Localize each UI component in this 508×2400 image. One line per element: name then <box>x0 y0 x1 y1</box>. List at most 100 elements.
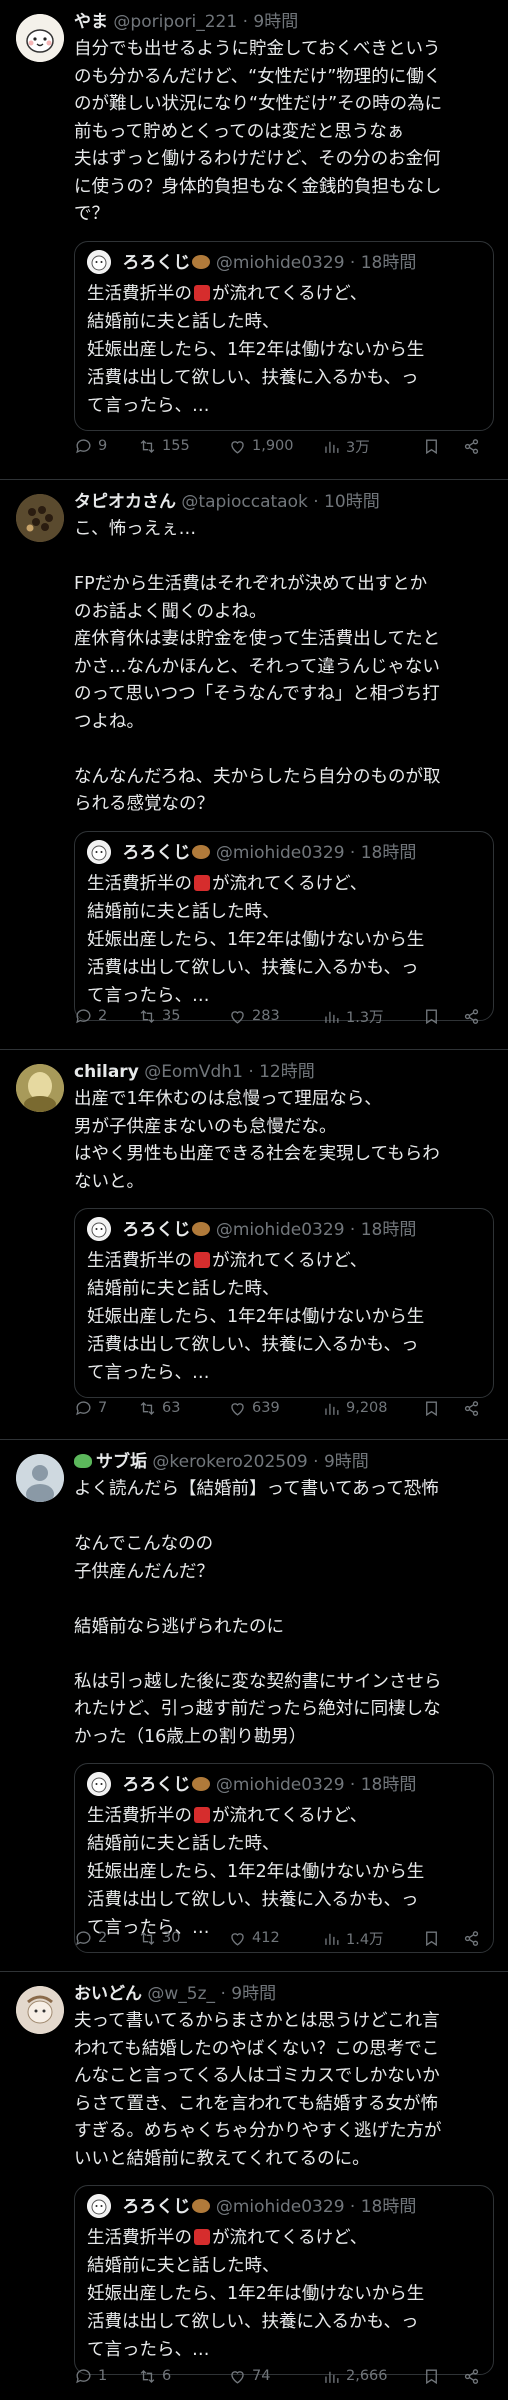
postbox-icon <box>194 2229 210 2245</box>
quote-user-name: ろろくじ <box>122 1775 191 1795</box>
reply-icon <box>76 1008 91 1023</box>
user-name[interactable]: chilary <box>74 1062 139 1082</box>
user-name[interactable]: サブ垢 <box>96 1452 147 1472</box>
views-button[interactable]: 1.4万 <box>322 1928 422 1949</box>
tweet-text: 夫って書いてるからまさかとは思うけどこれ言 われても結婚したのやばくない？この思… <box>74 2011 442 2169</box>
user-handle[interactable]: @EomVdh1 <box>144 1062 243 1082</box>
avatar[interactable] <box>16 14 64 62</box>
quote-tweet[interactable]: ろろくじ @miohide0329 · 18時間 生活費折半の が流れてくるけど、… <box>74 240 494 431</box>
views-button[interactable]: 1.3万 <box>322 1006 422 1027</box>
timestamp[interactable]: · 9時間 <box>243 12 299 32</box>
like-button[interactable]: 74 <box>228 2367 322 2386</box>
quote-user-handle: @miohide0329 <box>215 1220 345 1240</box>
views-button[interactable]: 3万 <box>322 436 422 457</box>
reply-button[interactable]: 1 <box>74 2367 138 2386</box>
quote-avatar <box>87 1217 111 1241</box>
heart-icon <box>231 1402 244 1416</box>
tweet[interactable]: おいどん @w_5z_ · 9時間 夫って書いてるからまさかとは思うけどこれ言 … <box>0 1972 508 2400</box>
reply-button[interactable]: 7 <box>74 1399 138 1418</box>
timestamp[interactable]: · 9時間 <box>220 1984 276 2004</box>
like-count: 1,900 <box>252 438 294 454</box>
bookmark-icon <box>426 1930 437 1946</box>
quote-user-handle: @miohide0329 <box>215 842 345 863</box>
tweet[interactable]: chilary @EomVdh1 · 12時間 出産で1年休むのは怠慢って理屈な… <box>0 1050 508 1440</box>
share-button[interactable] <box>462 1929 486 1948</box>
quote-text-start: 生活費折半の <box>87 1251 192 1271</box>
quote-text: 生活費折半の が流れてくるけど、 結婚前に夫と話した時、 妊娠出産したら、1年2年… <box>87 870 481 1010</box>
avatar[interactable] <box>16 494 64 542</box>
action-bar: 2 30 412 1.4万 <box>74 1926 494 1950</box>
retweet-button[interactable]: 30 <box>138 1929 228 1948</box>
like-count: 639 <box>252 1400 280 1416</box>
like-button[interactable]: 639 <box>228 1399 322 1418</box>
timestamp[interactable]: · 9時間 <box>313 1452 369 1472</box>
reply-button[interactable]: 9 <box>74 437 138 456</box>
views-count: 3万 <box>346 439 370 456</box>
like-button[interactable]: 412 <box>228 1929 322 1948</box>
quote-text-line1-end: が流れてくるけど、 <box>212 283 368 304</box>
views-button[interactable]: 2,666 <box>322 2367 422 2386</box>
like-button[interactable]: 283 <box>228 1007 322 1026</box>
views-count: 1.4万 <box>346 1931 384 1948</box>
quote-avatar <box>87 2194 111 2218</box>
bookmark-button[interactable] <box>422 1929 462 1948</box>
quote-tweet[interactable]: ろろくじ @miohide0329 · 18時間 生活費折半の が流れてくるけど、… <box>74 2185 494 2375</box>
retweet-count: 6 <box>162 2368 172 2384</box>
tweet[interactable]: タピオカさん @tapioccataok · 10時間 こ、怖っえぇ… FPだか… <box>0 480 508 1050</box>
retweet-button[interactable]: 6 <box>138 2367 228 2386</box>
user-name[interactable]: おいどん <box>74 1984 142 2004</box>
tweet-content: サブ垢 @kerokero202509 · 9時間 よく読んだら【結婚前】って書… <box>74 1450 494 1953</box>
avatar[interactable] <box>16 1064 64 1112</box>
heart-icon <box>231 1932 244 1946</box>
quote-text-rest: 結婚前に夫と話した時、 妊娠出産したら、1年2年は働けないから生 活費は出して欲… <box>87 901 425 1006</box>
bookmark-button[interactable] <box>422 1399 462 1418</box>
like-button[interactable]: 1,900 <box>228 437 322 456</box>
bookmark-button[interactable] <box>422 1007 462 1026</box>
quote-header: ろろくじ @miohide0329 · 18時間 <box>87 2194 481 2220</box>
potato-icon <box>192 1222 211 1236</box>
views-icon <box>325 1933 339 1945</box>
retweet-button[interactable]: 63 <box>138 1399 228 1418</box>
share-button[interactable] <box>462 2367 486 2386</box>
timestamp[interactable]: · 10時間 <box>313 492 379 512</box>
tweet-header: サブ垢 @kerokero202509 · 9時間 <box>74 1450 494 1474</box>
share-button[interactable] <box>462 1399 486 1418</box>
quote-timestamp: · 18時間 <box>349 1220 417 1240</box>
bookmark-button[interactable] <box>422 437 462 456</box>
reply-count: 9 <box>98 438 108 454</box>
user-handle[interactable]: @tapioccataok <box>181 492 307 512</box>
avatar[interactable] <box>16 1454 64 1502</box>
action-bar: 9 155 1,900 3万 <box>74 434 494 458</box>
tweet-header: やま @poripori_221 · 9時間 <box>74 10 494 34</box>
quote-tweet[interactable]: ろろくじ @miohide0329 · 18時間 生活費折半の が流れてくるけど、… <box>74 830 494 1021</box>
timestamp[interactable]: · 12時間 <box>248 1062 314 1082</box>
user-handle[interactable]: @poripori_221 <box>113 12 237 32</box>
user-name[interactable]: やま <box>74 12 108 32</box>
tweet[interactable]: やま @poripori_221 · 9時間 自分でも出せるように貯金しておくべ… <box>0 0 508 480</box>
retweet-count: 63 <box>162 1400 181 1416</box>
tweet[interactable]: サブ垢 @kerokero202509 · 9時間 よく読んだら【結婚前】って書… <box>0 1440 508 1972</box>
views-count: 1.3万 <box>346 1009 384 1026</box>
quote-user-name: ろろくじ <box>122 842 191 863</box>
user-handle[interactable]: @kerokero202509 <box>152 1452 307 1472</box>
share-button[interactable] <box>462 437 486 456</box>
share-button[interactable] <box>462 1007 486 1026</box>
bookmark-button[interactable] <box>422 2367 462 2386</box>
reply-button[interactable]: 2 <box>74 1929 138 1948</box>
quote-tweet[interactable]: ろろくじ @miohide0329 · 18時間 生活費折半の が流れてくるけど、… <box>74 1208 494 1398</box>
avatar[interactable] <box>16 1986 64 2034</box>
quote-user-name: ろろくじ <box>122 1220 191 1240</box>
quote-text-rest: 結婚前に夫と話した時、 妊娠出産したら、1年2年は働けないから生 活費は出して欲… <box>87 311 425 416</box>
bookmark-icon <box>426 1008 437 1024</box>
tweet-header: おいどん @w_5z_ · 9時間 <box>74 1982 494 2006</box>
quote-tweet[interactable]: ろろくじ @miohide0329 · 18時間 生活費折半の が流れてくるけど、… <box>74 1763 494 1953</box>
views-button[interactable]: 9,208 <box>322 1399 422 1418</box>
user-handle[interactable]: @w_5z_ <box>147 1984 215 2004</box>
quote-text-rest: 結婚前に夫と話した時、 妊娠出産したら、1年2年は働けないから生 活費は出して欲… <box>87 1834 425 1938</box>
retweet-button[interactable]: 35 <box>138 1007 228 1026</box>
postbox-icon <box>194 1807 210 1823</box>
retweet-button[interactable]: 155 <box>138 437 228 456</box>
reply-button[interactable]: 2 <box>74 1007 138 1026</box>
action-bar: 1 6 74 2,666 <box>74 2364 494 2388</box>
user-name[interactable]: タピオカさん <box>74 492 176 512</box>
